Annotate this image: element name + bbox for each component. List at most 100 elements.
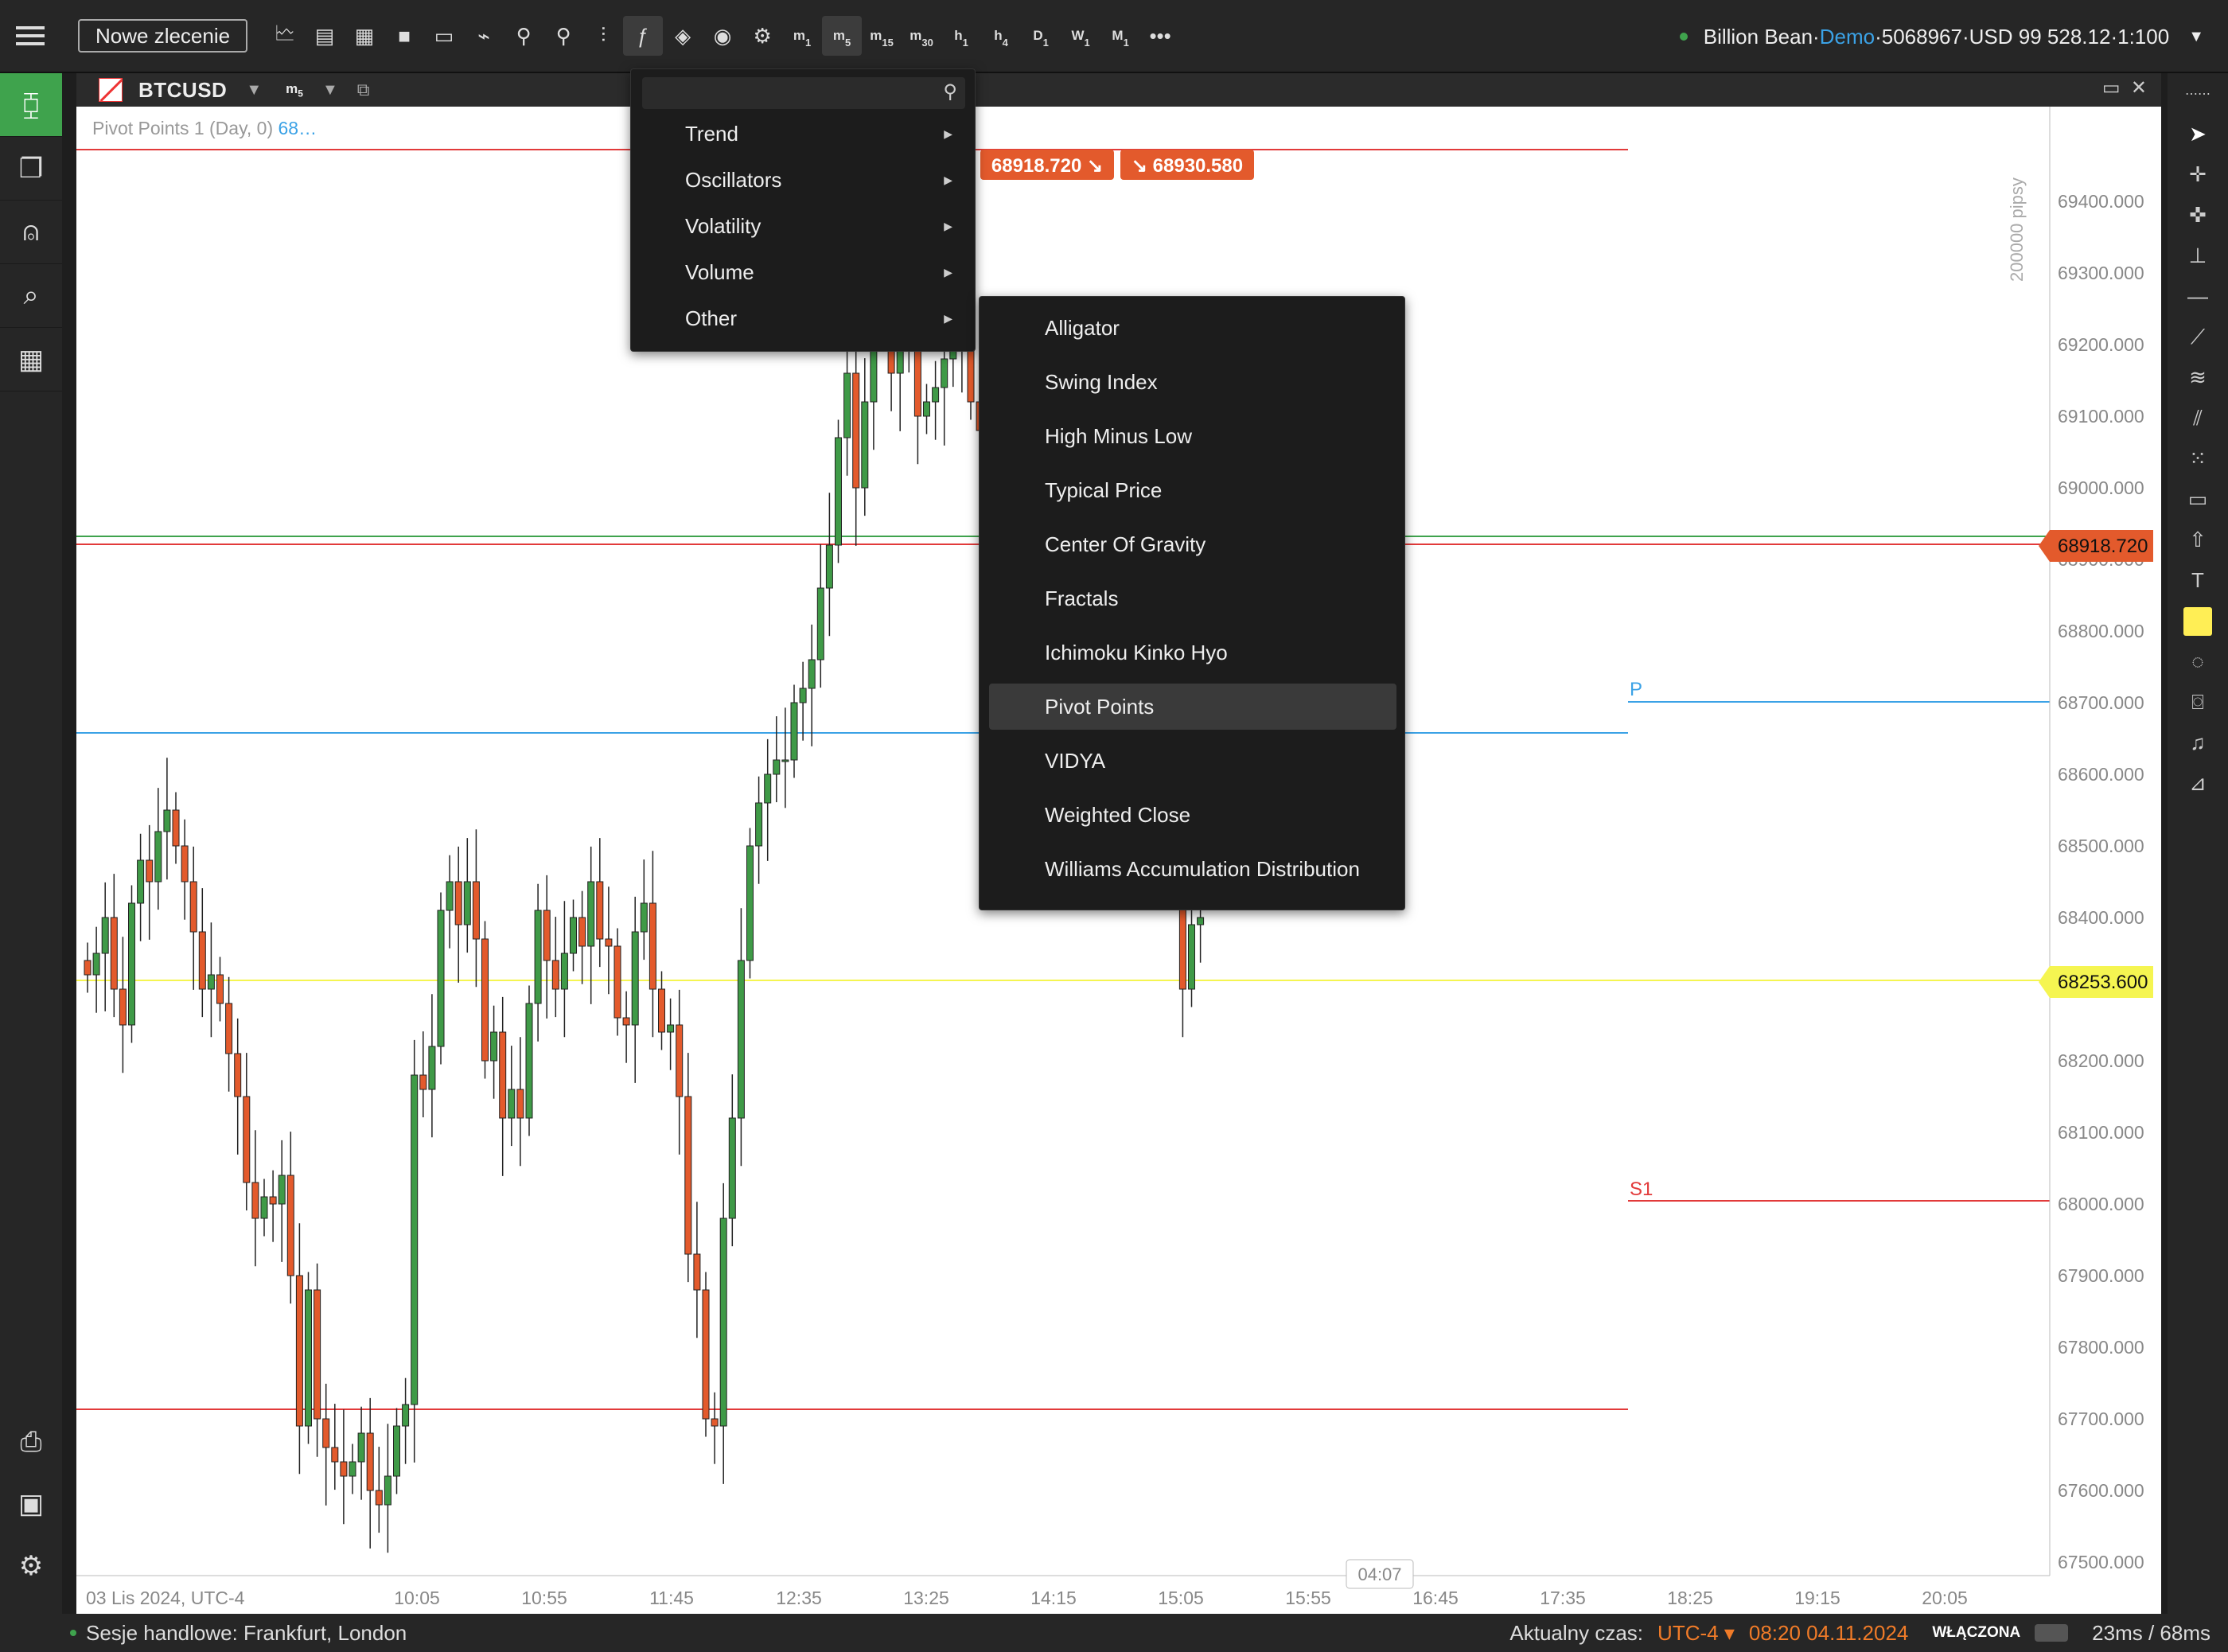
more-icon[interactable]: •••	[1140, 16, 1180, 56]
submenu-item-pivot-points[interactable]: Pivot Points	[989, 684, 1396, 730]
timeframe-h1[interactable]: h1	[941, 16, 981, 56]
split-layout-icon[interactable]: ▭	[424, 16, 464, 56]
menu-item-other[interactable]: Other ▶	[631, 295, 976, 341]
price-tick-label: 68700.000	[2058, 692, 2144, 713]
fibonacci-icon[interactable]: ≋	[2168, 357, 2228, 398]
link-icon[interactable]: ⧉	[357, 80, 370, 100]
indicator-search[interactable]: ⚲	[642, 77, 965, 109]
wallet-icon[interactable]: ▣	[0, 1472, 62, 1536]
measure-icon[interactable]: ⊥	[2168, 236, 2228, 276]
grid-layout-icon[interactable]: ▦	[345, 16, 384, 56]
trade-ticket-icon[interactable]: ⊿	[2168, 763, 2228, 804]
candle-up	[128, 902, 135, 1026]
candle-up	[728, 1117, 736, 1219]
zoom-in-icon[interactable]: ⚲	[543, 16, 583, 56]
time-tick-label: 15:05	[1158, 1588, 1204, 1608]
new-chart-icon[interactable]: 🗠	[265, 16, 305, 56]
cursor-icon[interactable]: ➤	[2168, 114, 2228, 154]
chevron-down-icon[interactable]: ▼	[2188, 28, 2204, 46]
line-style-icon[interactable]: ◌	[2168, 641, 2228, 682]
single-layout-icon[interactable]: ■	[384, 16, 424, 56]
drag-handle-icon[interactable]: ⋯⋯	[2168, 73, 2228, 114]
symbol-name[interactable]: BTCUSD	[138, 78, 227, 103]
close-icon[interactable]: ✕	[2131, 77, 2147, 99]
crosshair-dots-icon[interactable]: ✜	[2168, 195, 2228, 236]
candle-down	[322, 1418, 330, 1448]
submenu-item-center-of-gravity[interactable]: Center Of Gravity	[989, 521, 1396, 567]
menu-item-volume[interactable]: Volume ▶	[631, 249, 976, 295]
candle-up	[446, 881, 454, 911]
color-swatch-icon[interactable]	[2168, 601, 2228, 641]
menu-item-trend[interactable]: Trend ▶	[631, 111, 976, 157]
candle-up	[932, 387, 940, 403]
robot-icon[interactable]: ⍝	[0, 201, 62, 264]
chart-timeframe[interactable]: m5	[286, 81, 303, 99]
text-icon[interactable]: T	[2168, 560, 2228, 601]
candle-up	[799, 688, 807, 703]
new-order-button[interactable]: Nowe zlecenie	[78, 19, 248, 53]
menu-item-volatility[interactable]: Volatility ▶	[631, 203, 976, 249]
candle-up	[525, 1003, 533, 1119]
candle-up	[384, 1475, 391, 1506]
timeframe-m5[interactable]: m5	[822, 16, 863, 56]
rectangle-icon[interactable]: ▭	[2168, 479, 2228, 520]
templates-settings-icon[interactable]: ⚙	[742, 16, 782, 56]
dotted-grid-icon[interactable]: ⁙	[2168, 438, 2228, 479]
submenu-item-typical-price[interactable]: Typical Price	[989, 467, 1396, 513]
candle-down	[146, 859, 154, 882]
layout-icon[interactable]: ▦	[0, 328, 62, 392]
submenu-item-vidya[interactable]: VIDYA	[989, 738, 1396, 784]
market-search-icon[interactable]: ⌕	[0, 264, 62, 328]
crosshair-icon[interactable]: ✛	[2168, 154, 2228, 195]
candles-icon[interactable]: ⧮	[0, 73, 62, 137]
time-tick-label: 14:15	[1030, 1588, 1077, 1608]
alert-bell-icon[interactable]: ♫	[2168, 723, 2228, 763]
chevron-down-icon[interactable]: ▼	[322, 81, 338, 99]
chevron-down-icon[interactable]: ▼	[246, 81, 262, 99]
pivot-p-label: P	[1630, 679, 1642, 700]
timeframe-d1[interactable]: D1	[1021, 16, 1061, 56]
indicator-legend[interactable]: Pivot Points 1 (Day, 0) 68…	[92, 118, 317, 139]
enabled-toggle[interactable]	[2035, 1624, 2069, 1642]
timeframe-w1[interactable]: W1	[1061, 16, 1100, 56]
layers-icon[interactable]: ◈	[663, 16, 703, 56]
submenu-item-alligator[interactable]: Alligator	[989, 305, 1396, 351]
copy-icon[interactable]: ❐	[0, 137, 62, 201]
submenu-item-williams-ad[interactable]: Williams Accumulation Distribution	[989, 846, 1396, 892]
maximize-icon[interactable]: ▭	[2102, 77, 2121, 99]
gear-icon[interactable]: ⚙	[0, 1534, 62, 1598]
submenu-item-swing-index[interactable]: Swing Index	[989, 359, 1396, 405]
arrow-up-icon[interactable]: ⇧	[2168, 520, 2228, 560]
submenu-item-weighted-close[interactable]: Weighted Close	[989, 792, 1396, 838]
timeframe-m15[interactable]: m 15	[862, 16, 902, 56]
candle-up	[534, 910, 542, 1004]
channel-icon[interactable]: ⫽	[2168, 398, 2228, 438]
trend-line-icon[interactable]: ⟋	[2168, 317, 2228, 357]
horizontal-line-icon[interactable]: —	[2168, 276, 2228, 317]
chevron-right-icon: ▶	[944, 265, 952, 279]
pips-label: 200000 pipsy	[2007, 177, 2027, 282]
submenu-item-ichimoku[interactable]: Ichimoku Kinko Hyo	[989, 629, 1396, 676]
timeframe-m30[interactable]: m 30	[902, 16, 941, 56]
submenu-item-high-minus-low[interactable]: High Minus Low	[989, 413, 1396, 459]
zoom-out-icon[interactable]: ⚲	[504, 16, 543, 56]
hamburger-menu-icon[interactable]	[0, 0, 60, 72]
timeframe-m1[interactable]: m1	[782, 16, 822, 56]
price-tick-label: 68400.000	[2058, 907, 2144, 928]
chart-type-icon[interactable]: ⫶	[583, 16, 623, 56]
account-info[interactable]: Billion Bean · Demo · 5068967 · USD 99 5…	[1679, 0, 2204, 73]
camera-icon[interactable]: ⌼	[2168, 682, 2228, 723]
chart-settings-icon[interactable]: ⌁	[464, 16, 504, 56]
submenu-item-fractals[interactable]: Fractals	[989, 575, 1396, 621]
indicators-icon[interactable]: ƒ	[623, 16, 664, 56]
status-bar: Sesje handlowe: Frankfurt, London Aktual…	[0, 1614, 2228, 1652]
indicator-search-input[interactable]	[642, 77, 965, 109]
printer-icon[interactable]: ⎙	[0, 1410, 62, 1474]
menu-item-oscillators[interactable]: Oscillators ▶	[631, 157, 976, 203]
timeframe-h4[interactable]: h4	[981, 16, 1021, 56]
timezone-select[interactable]: UTC-4 ▾	[1657, 1621, 1735, 1646]
candle-down	[314, 1289, 321, 1420]
templates-icon[interactable]: ▤	[305, 16, 345, 56]
visibility-icon[interactable]: ◉	[703, 16, 742, 56]
timeframe-mn1[interactable]: M1	[1100, 16, 1140, 56]
